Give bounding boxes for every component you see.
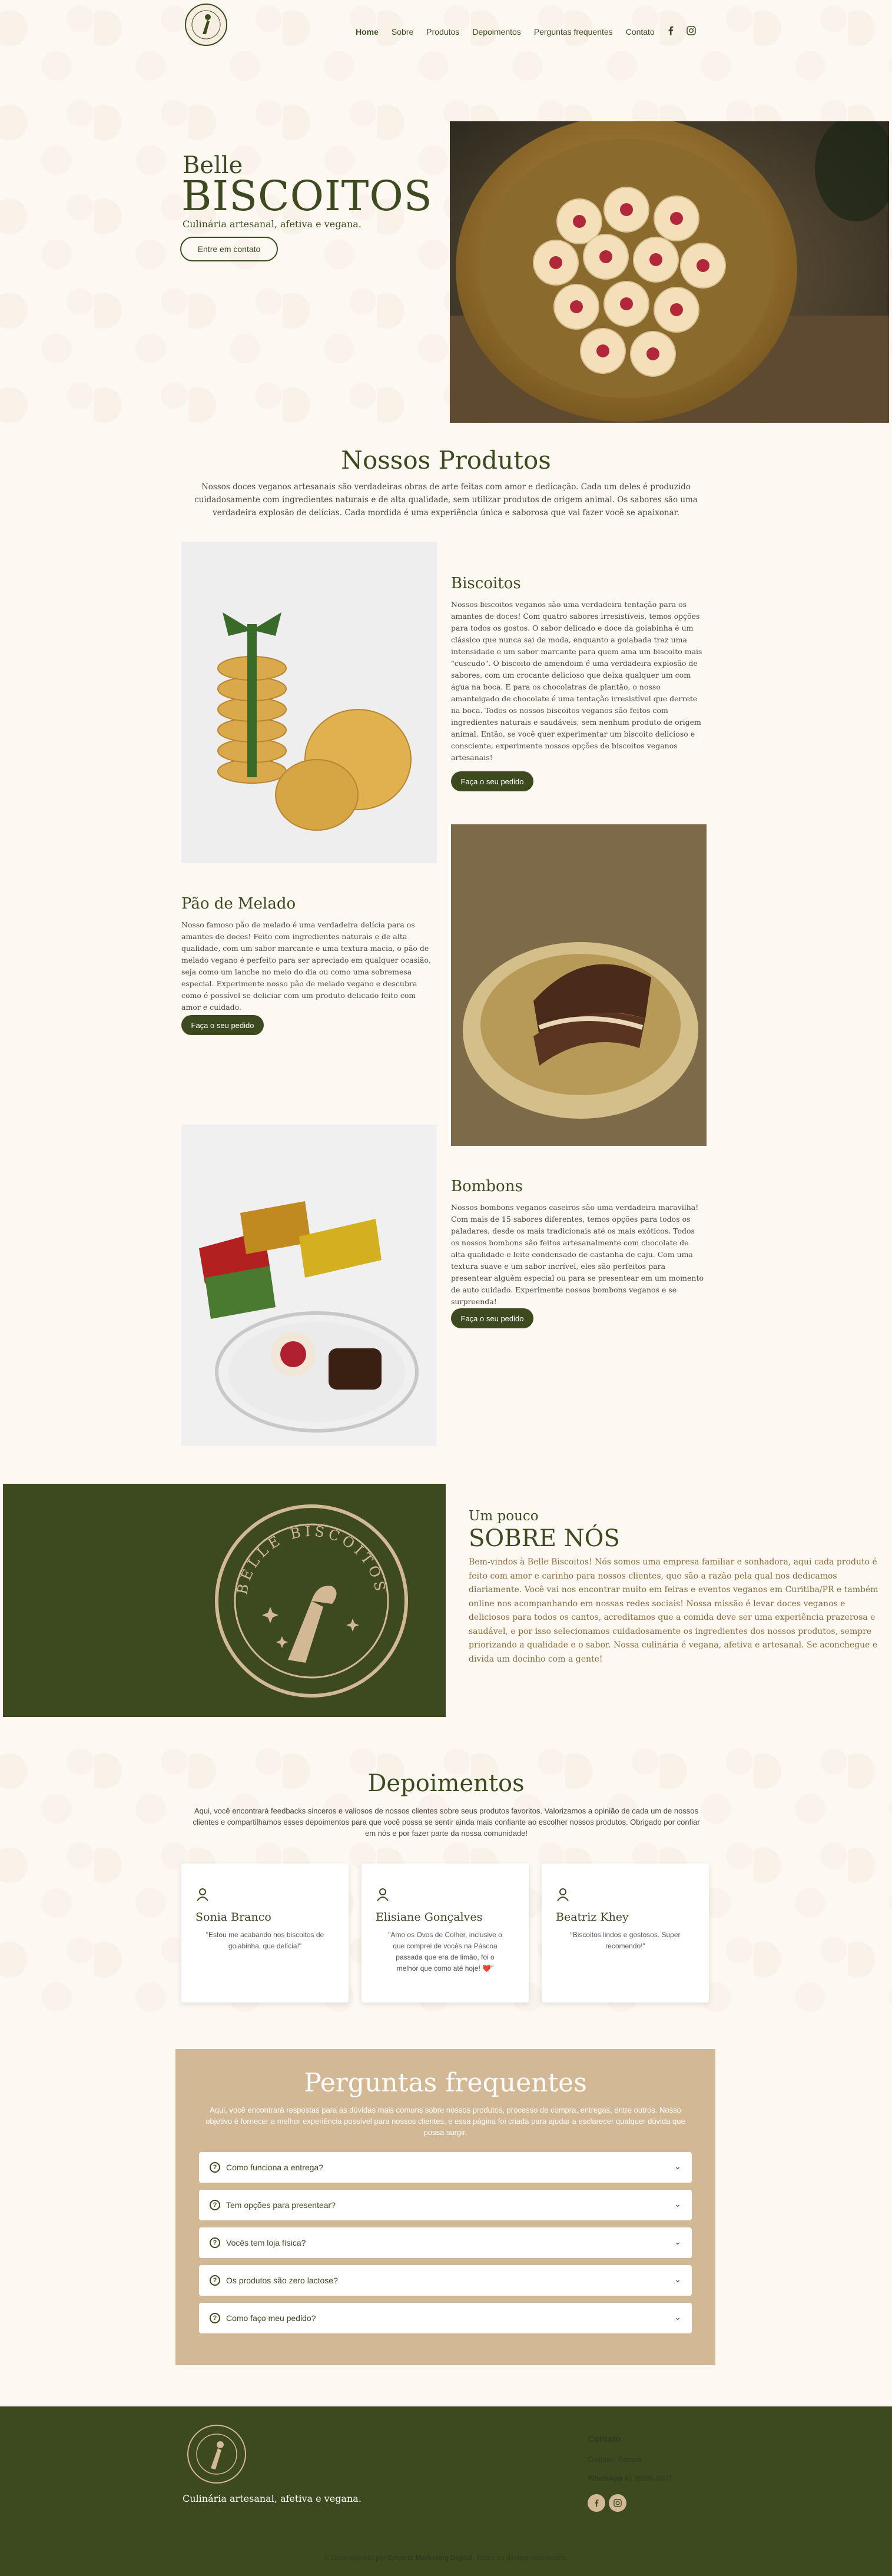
faq-question: Tem opções para presentear?: [226, 2200, 336, 2210]
facebook-icon[interactable]: [668, 26, 674, 38]
question-icon: ?: [210, 2275, 220, 2286]
about-text: Bem-vindos à Belle Biscoitos! Nós somos …: [469, 1557, 878, 1664]
faq-question: Os produtos são zero lactose?: [226, 2276, 338, 2285]
nav-sobre[interactable]: Sobre: [392, 27, 413, 37]
faq-item[interactable]: ? Tem opções para presentear? ⌄: [199, 2190, 692, 2220]
footer-city: Curitiba - Paraná: [588, 2455, 641, 2464]
bombons-photo: [181, 1125, 437, 1446]
testimonial-name: Beatriz Khey: [556, 1911, 629, 1924]
nav-home[interactable]: Home: [356, 27, 379, 37]
chevron-down-icon: ⌄: [674, 2312, 681, 2322]
question-icon: ?: [210, 2162, 220, 2173]
hero-cookies-photo: [450, 121, 889, 423]
question-icon: ?: [210, 2237, 220, 2248]
testimonial-quote: "Estou me acabando nos biscoitos de goia…: [205, 1931, 324, 1950]
chevron-down-icon: ⌄: [674, 2275, 681, 2284]
footer-tagline: Culinária artesanal, afetiva e vegana.: [183, 2493, 362, 2504]
copyright-text: © Desenvolvido por Empiriz Marketing Dig…: [0, 2554, 892, 2562]
chevron-down-icon: ⌄: [674, 2237, 681, 2246]
faq-question: Vocês tem loja física?: [226, 2238, 306, 2247]
products-intro: Nossos doces veganos artesanais são verd…: [194, 482, 698, 518]
about-brand-seal: BELLE BISCOITOS: [215, 1504, 408, 1698]
site-header: Home Sobre Produtos Depoimentos Pergunta…: [0, 0, 892, 65]
hero-title: BISCOITOS: [181, 172, 433, 220]
question-icon: ?: [210, 2313, 220, 2323]
user-icon: [195, 1887, 210, 1904]
testimonial-card: Sonia Branco "Estou me acabando nos bisc…: [181, 1864, 349, 2003]
user-icon: [376, 1887, 390, 1904]
instagram-icon[interactable]: [686, 26, 696, 38]
user-icon: [556, 1887, 570, 1904]
copyright-brand-link[interactable]: Empiriz Marketing Digital: [388, 2554, 472, 2562]
about-title: SOBRE NÓS: [469, 1525, 620, 1552]
order-button-biscoitos[interactable]: Faça o seu pedido: [451, 771, 533, 791]
pao-de-melado-photo: [451, 824, 707, 1146]
main-nav: Home Sobre Produtos Depoimentos Pergunta…: [356, 26, 709, 38]
question-icon: ?: [210, 2200, 220, 2210]
faq-item[interactable]: ? Como faço meu pedido? ⌄: [199, 2303, 692, 2333]
footer-brand-logo: [187, 2425, 246, 2484]
hero-tagline: Culinária artesanal, afetiva e vegana.: [183, 218, 362, 230]
product-text-biscoitos: Nossos biscoitos veganos são uma verdade…: [451, 600, 702, 762]
footer-contact-title: Contato: [588, 2434, 621, 2444]
footer-facebook-icon[interactable]: [588, 2494, 605, 2512]
testimonial-card: Elisiane Gonçalves "Amo os Ovos de Colhe…: [362, 1864, 529, 2003]
faq-title: Perguntas frequentes: [304, 2068, 587, 2098]
footer-whatsapp[interactable]: WhatsApp 41 99996-8637: [588, 2474, 672, 2482]
copyright-suffix: . Todos os direitos reservados.: [472, 2554, 568, 2562]
nav-produtos[interactable]: Produtos: [426, 27, 459, 37]
nav-depoimentos[interactable]: Depoimentos: [472, 27, 521, 37]
faq-item[interactable]: ? Os produtos são zero lactose? ⌄: [199, 2265, 692, 2296]
faq-question: Como faço meu pedido?: [226, 2313, 316, 2323]
nav-perguntas-frequentes[interactable]: Perguntas frequentes: [534, 27, 613, 37]
contact-button[interactable]: Entre em contato: [180, 237, 278, 261]
svg-text:BELLE BISCOITOS: BELLE BISCOITOS: [234, 1523, 389, 1596]
faq-item[interactable]: ? Vocês tem loja física? ⌄: [199, 2227, 692, 2258]
footer-instagram-icon[interactable]: [609, 2494, 626, 2512]
testimonial-name: Elisiane Gonçalves: [376, 1911, 483, 1924]
testimonials-intro: Aqui, você encontrará feedbacks sinceros…: [193, 1806, 700, 1838]
testimonial-name: Sonia Branco: [195, 1911, 271, 1924]
brand-logo[interactable]: [185, 4, 227, 46]
nav-contato[interactable]: Contato: [626, 27, 655, 37]
biscoitos-photo: [181, 542, 437, 863]
product-title-biscoitos: Biscoitos: [451, 575, 521, 592]
product-title-bombons: Bombons: [451, 1178, 523, 1195]
faq-item[interactable]: ? Como funciona a entrega? ⌄: [199, 2152, 692, 2183]
products-title: Nossos Produtos: [341, 446, 551, 475]
testimonial-quote: "Biscoitos lindos e gostosos. Super reco…: [570, 1931, 681, 1950]
testimonial-card: Beatriz Khey "Biscoitos lindos e gostoso…: [542, 1864, 709, 2003]
product-text-bombons: Nossos bombons veganos caseiros são uma …: [451, 1203, 704, 1306]
product-text-pao-de-melado: Nosso famoso pão de melado é uma verdade…: [181, 920, 431, 1012]
faq-intro: Aqui, você encontrará respostas para as …: [205, 2106, 685, 2137]
about-subtitle: Um pouco: [469, 1509, 539, 1524]
order-button-pao-de-melado[interactable]: Faça o seu pedido: [181, 1015, 264, 1035]
chevron-down-icon: ⌄: [674, 2199, 681, 2209]
testimonials-title: Depoimentos: [367, 1770, 525, 1797]
testimonial-quote: "Amo os Ovos de Colher, inclusive o que …: [388, 1931, 502, 1972]
site-footer: [0, 2406, 892, 2576]
order-button-bombons[interactable]: Faça o seu pedido: [451, 1308, 533, 1328]
copyright-prefix: © Desenvolvido por: [324, 2554, 388, 2562]
product-title-pao-de-melado: Pão de Melado: [181, 895, 296, 913]
faq-question: Como funciona a entrega?: [226, 2163, 323, 2172]
chevron-down-icon: ⌄: [674, 2161, 681, 2171]
about-seal-text: BELLE BISCOITOS: [234, 1523, 385, 1596]
whatsapp-number: 41 99996-8637: [624, 2474, 672, 2482]
whatsapp-label: WhatsApp: [588, 2474, 623, 2482]
